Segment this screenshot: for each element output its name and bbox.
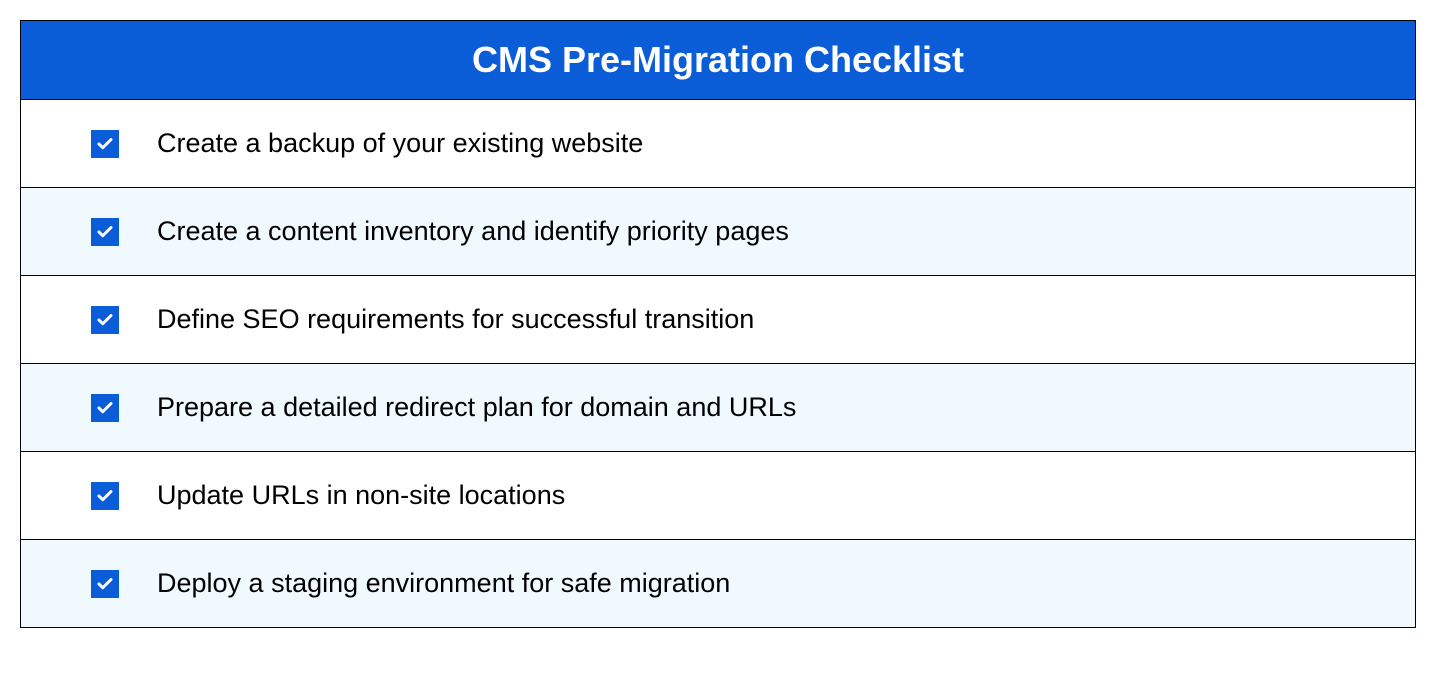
checklist-item-label: Create a content inventory and identify …: [157, 216, 789, 247]
checklist-row: Deploy a staging environment for safe mi…: [21, 540, 1415, 627]
checkbox-icon[interactable]: [91, 306, 119, 334]
checklist-row: Prepare a detailed redirect plan for dom…: [21, 364, 1415, 452]
checklist-row: Create a content inventory and identify …: [21, 188, 1415, 276]
checkbox-icon[interactable]: [91, 570, 119, 598]
checklist-row: Define SEO requirements for successful t…: [21, 276, 1415, 364]
checklist-container: CMS Pre-Migration Checklist Create a bac…: [20, 20, 1416, 628]
checklist-item-label: Deploy a staging environment for safe mi…: [157, 568, 730, 599]
checklist-title: CMS Pre-Migration Checklist: [21, 21, 1415, 100]
checkbox-icon[interactable]: [91, 218, 119, 246]
checklist-row: Update URLs in non-site locations: [21, 452, 1415, 540]
checkbox-icon[interactable]: [91, 482, 119, 510]
checkbox-icon[interactable]: [91, 130, 119, 158]
checklist-item-label: Create a backup of your existing website: [157, 128, 643, 159]
checklist-item-label: Update URLs in non-site locations: [157, 480, 565, 511]
checklist-item-label: Prepare a detailed redirect plan for dom…: [157, 392, 796, 423]
checkbox-icon[interactable]: [91, 394, 119, 422]
checklist-item-label: Define SEO requirements for successful t…: [157, 304, 754, 335]
checklist-row: Create a backup of your existing website: [21, 100, 1415, 188]
